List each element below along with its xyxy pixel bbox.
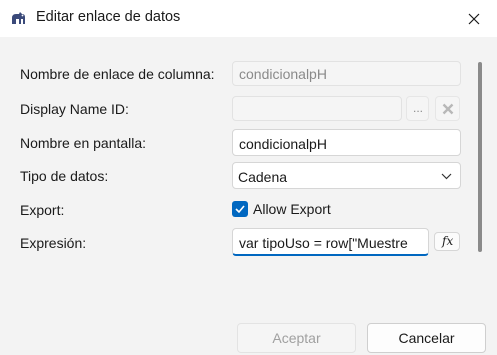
display-name-input[interactable]: condicionalpH (232, 129, 461, 156)
display-name-id-field (232, 96, 402, 121)
window-title: Editar enlace de datos (36, 9, 181, 25)
column-link-name-field: condicionalpH (232, 61, 461, 86)
data-type-value: Cadena (238, 169, 288, 185)
display-name-label: Nombre en pantalla: (20, 135, 147, 151)
data-link-icon (12, 12, 25, 24)
display-name-id-label: Display Name ID: (20, 101, 129, 117)
fx-icon: fx (442, 234, 454, 248)
expression-value: var tipoUso = row["Muestre (239, 235, 408, 251)
scrollbar[interactable] (478, 62, 482, 252)
expression-input[interactable]: var tipoUso = row["Muestre (232, 228, 429, 256)
data-type-label: Tipo de datos: (20, 168, 109, 184)
x-icon (442, 103, 454, 115)
expression-label: Expresión: (20, 235, 87, 251)
display-name-value: condicionalpH (239, 136, 327, 152)
data-type-select[interactable]: Cadena (232, 162, 461, 189)
column-link-name-value: condicionalpH (239, 66, 327, 82)
export-label: Export: (20, 202, 65, 218)
accept-button[interactable]: Aceptar (237, 323, 356, 353)
clear-button[interactable] (435, 96, 460, 121)
title-bar: Editar enlace de datos (0, 0, 497, 37)
expression-builder-button[interactable]: fx (434, 232, 460, 251)
cancel-button[interactable]: Cancelar (367, 323, 486, 353)
browse-button-label: ... (413, 101, 424, 115)
allow-export-checkbox[interactable] (232, 201, 248, 217)
close-button[interactable] (451, 0, 497, 37)
column-link-name-label: Nombre de enlace de columna: (20, 66, 215, 82)
checkmark-icon (235, 205, 245, 214)
allow-export-label[interactable]: Allow Export (253, 201, 331, 217)
close-icon (468, 13, 480, 24)
chevron-down-icon (441, 173, 452, 180)
browse-button[interactable]: ... (406, 96, 429, 121)
